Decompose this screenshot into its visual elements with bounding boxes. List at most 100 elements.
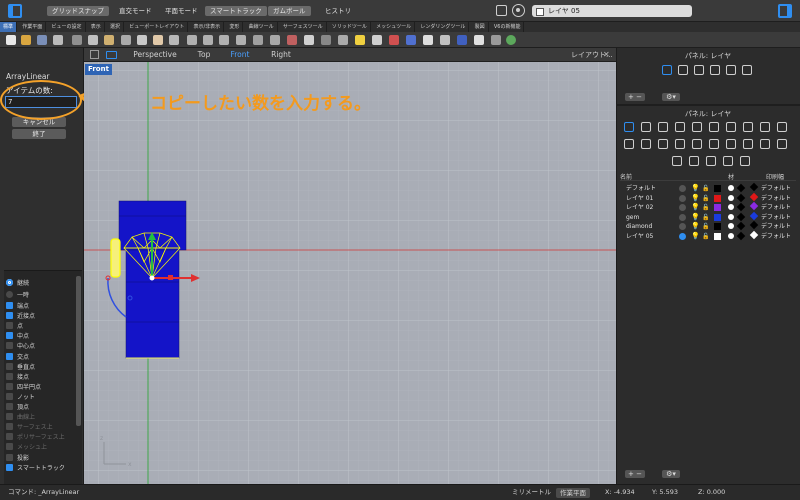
current-layer-icon[interactable] — [679, 213, 686, 221]
undo-icon[interactable] — [137, 35, 147, 45]
gumball-toggle[interactable]: ガムボール — [268, 6, 311, 16]
zoom-window-icon[interactable] — [203, 35, 213, 45]
zoom-extents-icon[interactable] — [219, 35, 229, 45]
cloud-icon[interactable] — [740, 156, 750, 166]
units-label[interactable]: ミリメートル — [512, 485, 551, 500]
osnap-item[interactable]: スマートトラック — [6, 463, 65, 474]
checkbox-icon[interactable] — [6, 392, 13, 400]
layer-icon[interactable] — [389, 35, 399, 45]
layer-row[interactable]: gem 💡 🔓 デフォルト — [620, 211, 796, 222]
page-icon[interactable] — [760, 122, 770, 132]
checkbox-icon[interactable] — [6, 362, 13, 370]
column-material[interactable]: 材 — [728, 172, 734, 181]
linetype-icon[interactable] — [736, 222, 746, 231]
tab-set-view[interactable]: ビューの設定 — [49, 22, 86, 32]
light-bulb-icon[interactable]: 💡 — [691, 232, 700, 241]
layer-options-button[interactable]: ⚙▾ — [662, 470, 680, 478]
linetype-icon[interactable] — [736, 212, 746, 222]
layer-row[interactable]: デフォルト 💡 🔓 デフォルト — [620, 182, 796, 193]
linetype-icon[interactable] — [736, 231, 746, 241]
osnap-item[interactable]: 頂点 — [6, 403, 29, 413]
grasshopper-icon[interactable] — [506, 35, 516, 45]
planar-toggle[interactable]: 平面モード — [160, 6, 203, 16]
checkbox-icon[interactable] — [6, 403, 13, 410]
layer-color-swatch[interactable] — [714, 185, 721, 192]
new-icon[interactable] — [6, 35, 16, 45]
zoom-icon[interactable] — [187, 35, 197, 45]
ortho-toggle[interactable]: 直交モード — [114, 6, 157, 16]
tab-select[interactable]: 選択 — [107, 22, 125, 32]
osnap-item[interactable]: 中点 — [6, 332, 29, 342]
lock-icon[interactable]: 🔓 — [702, 222, 709, 231]
osnap-item[interactable]: 近接点 — [6, 312, 35, 322]
snapshot-icon[interactable] — [689, 156, 699, 166]
checkbox-icon[interactable] — [6, 423, 13, 431]
panel-splitter[interactable] — [0, 264, 84, 268]
tab-visibility[interactable]: 表示/非表示 — [191, 22, 225, 32]
layer-row[interactable]: レイヤ 02 💡 🔓 デフォルト — [620, 201, 796, 212]
column-name[interactable]: 名前 — [620, 172, 632, 181]
tab-solid-tools[interactable]: ソリッドツール — [329, 22, 371, 32]
clock-icon[interactable] — [692, 139, 702, 149]
tab-display[interactable]: 表示 — [88, 22, 105, 32]
left-sidebar-toggle-icon[interactable] — [8, 4, 22, 18]
tab-transform[interactable]: 変形 — [226, 22, 244, 32]
current-layer-icon[interactable] — [679, 194, 686, 202]
smart-track-toggle[interactable]: スマートトラック — [205, 6, 267, 16]
viewport-name-label[interactable]: Front — [85, 64, 112, 75]
radio-icon[interactable] — [6, 279, 13, 286]
osnap-item[interactable]: 点 — [6, 322, 23, 332]
camera-icon[interactable] — [709, 139, 719, 149]
tab-drafting[interactable]: 製図 — [472, 22, 489, 32]
filter-icon[interactable] — [496, 5, 507, 16]
box-icon[interactable] — [710, 65, 720, 75]
osnap-item[interactable]: 中心点 — [6, 342, 35, 352]
osnap-item[interactable]: メッシュ上 — [6, 443, 47, 453]
checkbox-icon[interactable] — [6, 453, 13, 461]
tab-curve-tools[interactable]: 曲線ツール — [246, 22, 278, 32]
add-panel-button[interactable]: + − — [625, 93, 645, 101]
linetype-icon[interactable] — [736, 193, 746, 202]
layer-color-swatch[interactable] — [714, 223, 721, 231]
document-icon[interactable] — [641, 122, 651, 132]
layer-row[interactable]: レイヤ 01 💡 🔓 デフォルト — [620, 192, 796, 203]
checkbox-icon[interactable] — [6, 413, 13, 421]
light-bulb-icon[interactable]: 💡 — [691, 203, 700, 212]
osnap-item[interactable]: 端点 — [6, 302, 29, 312]
cut-icon[interactable] — [72, 35, 82, 45]
current-layer-icon[interactable] — [679, 223, 686, 231]
display-icon[interactable] — [726, 65, 736, 75]
render-icon[interactable] — [423, 35, 433, 45]
osnap-item[interactable]: 交点 — [6, 352, 29, 363]
current-layer-icon[interactable] — [679, 204, 686, 212]
front-viewport[interactable]: z x — [84, 62, 616, 484]
checkbox-icon[interactable] — [6, 322, 13, 330]
light-bulb-icon[interactable]: 💡 — [691, 184, 700, 193]
delete-icon[interactable] — [121, 35, 131, 45]
osnap-scrollbar[interactable] — [76, 276, 81, 426]
lock-icon[interactable]: 🔓 — [702, 184, 709, 193]
document-icon[interactable] — [678, 65, 688, 75]
material-icon[interactable] — [728, 185, 734, 191]
grid-icon[interactable] — [723, 156, 733, 166]
right-sidebar-toggle-icon[interactable] — [778, 4, 792, 18]
current-layer-icon[interactable] — [679, 233, 686, 240]
display-icon[interactable] — [692, 122, 702, 132]
single-view-icon[interactable] — [106, 51, 117, 59]
zoom-selected-icon[interactable] — [236, 35, 246, 45]
print-color-swatch[interactable] — [749, 201, 759, 211]
display-mode-icon[interactable] — [304, 35, 314, 45]
tab-new-in-v6[interactable]: V6の新機能 — [491, 22, 525, 32]
osnap-item[interactable]: 垂直点 — [6, 362, 35, 373]
cplane-icon[interactable] — [253, 35, 263, 45]
shaded-icon[interactable] — [338, 35, 348, 45]
column-print-width[interactable]: 印刷幅 — [766, 172, 784, 181]
done-button[interactable]: 終了 — [12, 129, 66, 139]
osnap-item[interactable]: サーフェス上 — [6, 423, 53, 433]
cplane-dropdown[interactable]: 作業平面 — [556, 488, 590, 498]
command-line[interactable]: コマンド: _ArrayLinear — [8, 485, 79, 500]
help-icon[interactable] — [709, 122, 719, 132]
panel-options-button[interactable]: ⚙▾ — [662, 93, 680, 101]
properties-icon[interactable] — [491, 35, 501, 45]
cube-icon[interactable] — [658, 122, 668, 132]
